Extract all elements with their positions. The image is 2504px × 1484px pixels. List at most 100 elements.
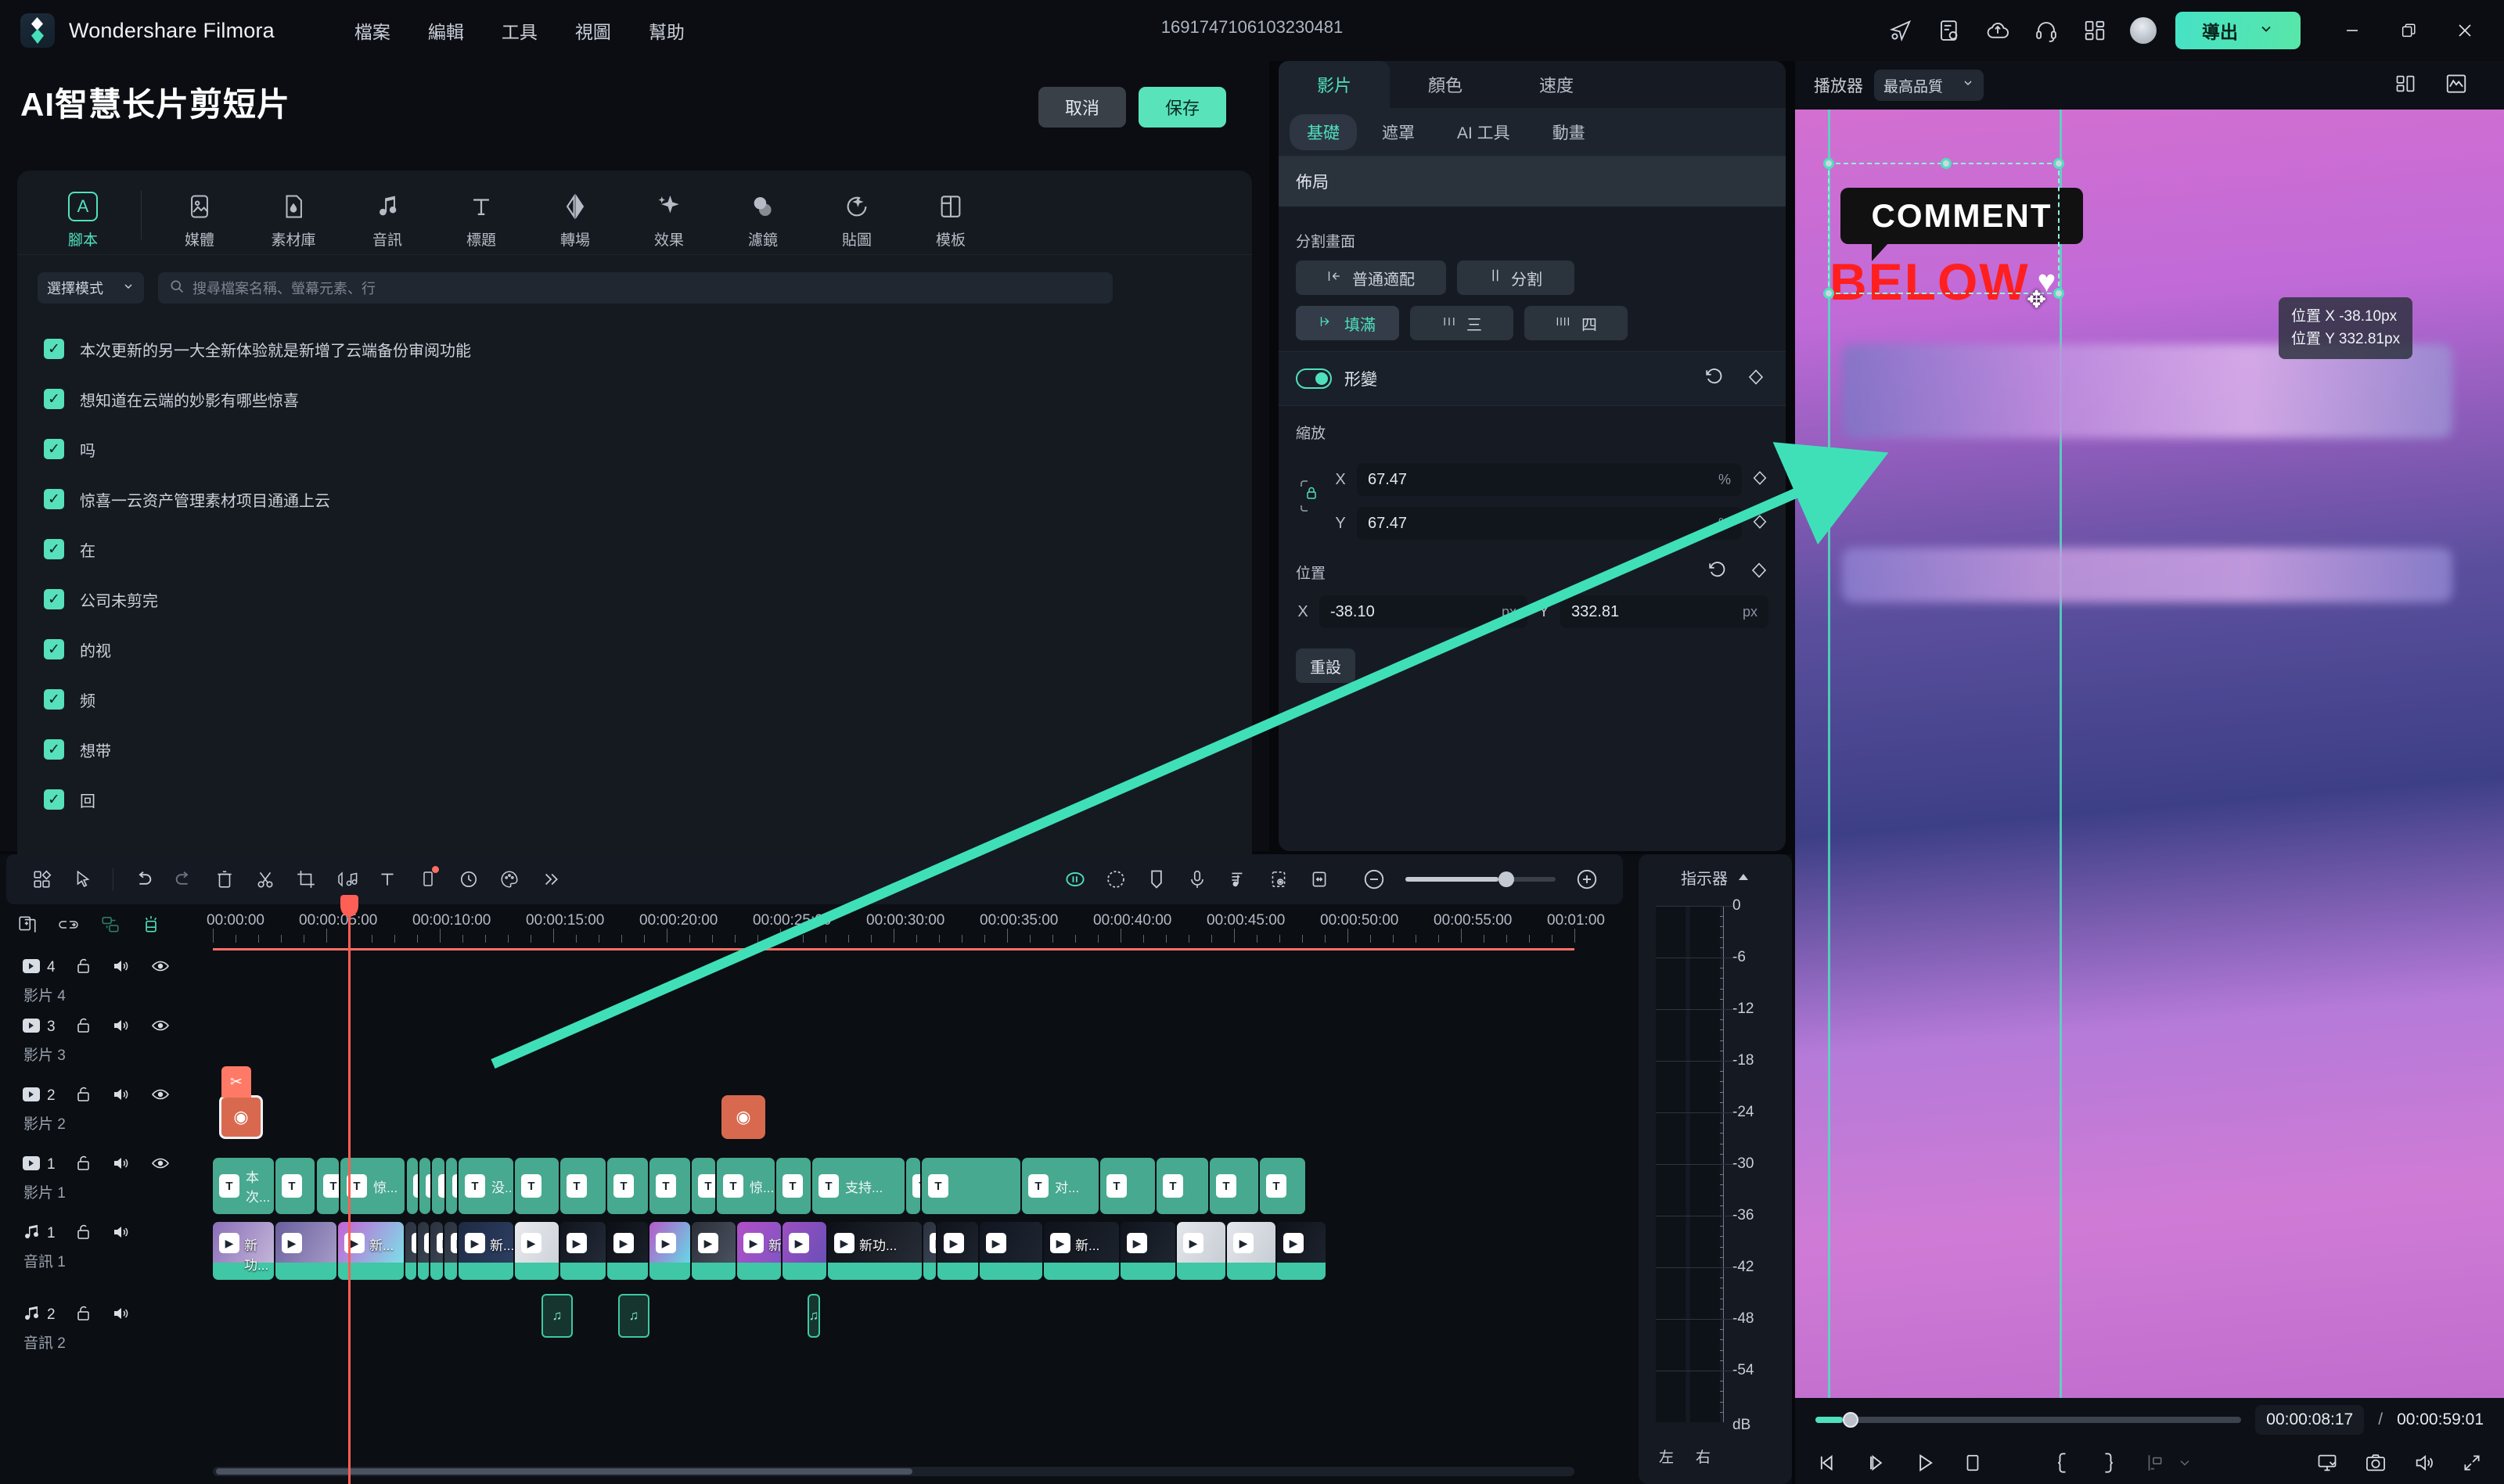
chevron-down-icon[interactable] bbox=[2258, 20, 2274, 41]
visibility-icon[interactable] bbox=[151, 1086, 170, 1107]
lock-icon[interactable] bbox=[76, 1305, 92, 1326]
timeline-text-clip[interactable]: T bbox=[446, 1158, 457, 1214]
timeline-video-clip[interactable]: ▶ bbox=[405, 1222, 416, 1280]
menu-item-help[interactable]: 幫助 bbox=[630, 11, 703, 50]
clip-marker-tag[interactable]: ✂ bbox=[221, 1066, 251, 1098]
list-item[interactable]: ✓ 本次更新的另一大全新体验就是新增了云端备份审阅功能 bbox=[44, 324, 1232, 374]
link-icon[interactable] bbox=[58, 914, 80, 939]
mute-icon[interactable] bbox=[112, 958, 131, 979]
hscrollbar-thumb[interactable] bbox=[216, 1468, 912, 1475]
timeline-text-clip[interactable]: T bbox=[515, 1158, 559, 1214]
crop-icon[interactable] bbox=[286, 861, 326, 897]
cut-icon[interactable] bbox=[245, 861, 286, 897]
tutorial-icon[interactable] bbox=[1925, 6, 1973, 55]
list-item[interactable]: ✓ 频 bbox=[44, 674, 1232, 724]
restore-icon[interactable] bbox=[2380, 0, 2437, 61]
subtab-mask[interactable]: 遮罩 bbox=[1365, 114, 1432, 150]
reset-icon[interactable] bbox=[1707, 560, 1728, 584]
timeline-video-clip[interactable]: ▶ bbox=[937, 1222, 978, 1280]
timeline-video-clip[interactable]: ▶ bbox=[444, 1222, 457, 1280]
chip-split[interactable]: 分割 bbox=[1457, 261, 1574, 295]
split-marker-icon[interactable] bbox=[2144, 1452, 2164, 1474]
checkbox-icon[interactable]: ✓ bbox=[44, 539, 64, 559]
speed-icon[interactable] bbox=[448, 861, 489, 897]
checkbox-icon[interactable]: ✓ bbox=[44, 589, 64, 609]
undo-icon[interactable] bbox=[123, 861, 164, 897]
color-icon[interactable] bbox=[489, 861, 530, 897]
handle-top-left[interactable] bbox=[1823, 158, 1834, 169]
fit-timeline-icon[interactable] bbox=[1299, 861, 1340, 897]
mute-icon[interactable] bbox=[112, 1017, 131, 1038]
timeline-sticker-clip[interactable]: ◉ ✂ bbox=[219, 1066, 263, 1139]
timeline-video-clip[interactable]: ▶ 新... bbox=[459, 1222, 513, 1280]
close-icon[interactable] bbox=[2437, 0, 2493, 61]
timeline-video-clip[interactable]: ▶ bbox=[782, 1222, 826, 1280]
audio-detach-icon[interactable] bbox=[326, 861, 367, 897]
menu-item-tools[interactable]: 工具 bbox=[483, 11, 556, 50]
marker-icon[interactable] bbox=[1136, 861, 1177, 897]
timeline-text-clip[interactable]: T bbox=[692, 1158, 715, 1214]
magnet-icon[interactable] bbox=[141, 914, 161, 940]
scale-x-input[interactable]: 67.47 % bbox=[1357, 463, 1742, 496]
voiceover-icon[interactable] bbox=[1177, 861, 1218, 897]
track-header-video-3[interactable]: 3 影片 3 bbox=[0, 1014, 213, 1065]
cancel-button[interactable]: 取消 bbox=[1038, 87, 1126, 128]
lock-icon[interactable] bbox=[76, 1017, 92, 1038]
playhead[interactable] bbox=[340, 895, 358, 1484]
keyframe-icon[interactable] bbox=[1751, 513, 1768, 534]
apps-grid-icon[interactable] bbox=[2070, 6, 2119, 55]
list-item[interactable]: ✓ 惊喜一云资产管理素材项目通通上云 bbox=[44, 474, 1232, 524]
headset-icon[interactable] bbox=[2022, 6, 2070, 55]
timeline-video-clip[interactable]: ▶ bbox=[692, 1222, 736, 1280]
handle-top-right[interactable] bbox=[2053, 158, 2064, 169]
track-lane-video-1[interactable]: ▶新功...▶▶新...▶▶▶▶▶新...▶▶▶▶▶▶新...▶▶新功...▶▶… bbox=[213, 1222, 1574, 1280]
meter-header[interactable]: 指示器 bbox=[1639, 854, 1792, 900]
timeline-video-clip[interactable]: ▶ bbox=[275, 1222, 336, 1280]
timeline-text-clip[interactable]: T bbox=[1260, 1158, 1305, 1214]
timeline-text-clip[interactable]: T bbox=[419, 1158, 430, 1214]
zoom-in-icon[interactable] bbox=[1567, 861, 1607, 897]
timeline-video-clip[interactable]: ▶ bbox=[649, 1222, 690, 1280]
motion-tracking-icon[interactable] bbox=[1096, 861, 1136, 897]
tab-media[interactable]: 媒體 bbox=[153, 188, 246, 250]
track-header-audio-2[interactable]: 2 音訊 2 bbox=[0, 1302, 213, 1353]
list-item[interactable]: ✓ 想知道在云端的妙影有哪些惊喜 bbox=[44, 374, 1232, 424]
send-icon[interactable] bbox=[1876, 6, 1925, 55]
lock-icon[interactable] bbox=[76, 958, 92, 979]
timeline-video-clip[interactable]: ▶ bbox=[1177, 1222, 1225, 1280]
timeline-audio-clip[interactable]: ♫ bbox=[808, 1294, 820, 1338]
menu-item-file[interactable]: 檔案 bbox=[336, 11, 409, 50]
menu-item-view[interactable]: 視圖 bbox=[556, 11, 630, 50]
track-header-audio-1[interactable]: 1 音訊 1 bbox=[0, 1220, 213, 1271]
tab-video[interactable]: 影片 bbox=[1279, 61, 1390, 108]
timeline-audio-clip[interactable]: ♫ bbox=[618, 1294, 649, 1338]
snapshot-icon[interactable] bbox=[2365, 1452, 2387, 1474]
current-time[interactable]: 00:00:08:17 bbox=[2255, 1405, 2365, 1435]
delete-icon[interactable] bbox=[204, 861, 245, 897]
tab-audio[interactable]: 音訊 bbox=[340, 188, 434, 250]
search-input[interactable]: 搜尋檔案名稱、螢幕元素、行 bbox=[158, 272, 1113, 304]
subtab-animation[interactable]: 動畫 bbox=[1535, 114, 1603, 150]
list-item[interactable]: ✓ 回 bbox=[44, 774, 1232, 825]
tab-title[interactable]: 標題 bbox=[434, 188, 528, 250]
ai-mask-icon[interactable] bbox=[1055, 861, 1096, 897]
scale-y-input[interactable]: 67.47 % bbox=[1357, 507, 1742, 540]
timeline-text-clip[interactable]: T bbox=[649, 1158, 690, 1214]
mute-icon[interactable] bbox=[112, 1155, 131, 1176]
layout-grid-icon[interactable] bbox=[2394, 73, 2416, 99]
timeline-video-clip[interactable]: ▶ bbox=[980, 1222, 1042, 1280]
track-header-video-2[interactable]: 2 影片 2 bbox=[0, 1083, 213, 1134]
timeline-video-clip[interactable]: ▶ 新功... bbox=[213, 1222, 274, 1280]
keyframe-icon[interactable] bbox=[1750, 561, 1768, 584]
stop-icon[interactable] bbox=[1963, 1453, 1983, 1473]
keyframe-icon[interactable] bbox=[1747, 368, 1765, 390]
track-lane-video-2[interactable]: T本次...TTT惊...TTTTT没...TTTTTT惊...TT支持...T… bbox=[213, 1158, 1574, 1214]
timeline-text-clip[interactable]: T bbox=[1157, 1158, 1208, 1214]
timeline-video-clip[interactable]: ▶ bbox=[1121, 1222, 1175, 1280]
timeline-text-clip[interactable]: T bbox=[407, 1158, 418, 1214]
timeline-text-clip[interactable]: T bbox=[906, 1158, 920, 1214]
track-header-video-1[interactable]: 1 影片 1 bbox=[0, 1152, 213, 1202]
quality-select[interactable]: 最高品質 bbox=[1874, 70, 1984, 101]
chevron-down-icon[interactable] bbox=[2177, 1455, 2193, 1471]
timeline-ruler[interactable]: 00:00:00 00:00:05:00 00:00:10:00 00:00:1… bbox=[207, 909, 1605, 950]
